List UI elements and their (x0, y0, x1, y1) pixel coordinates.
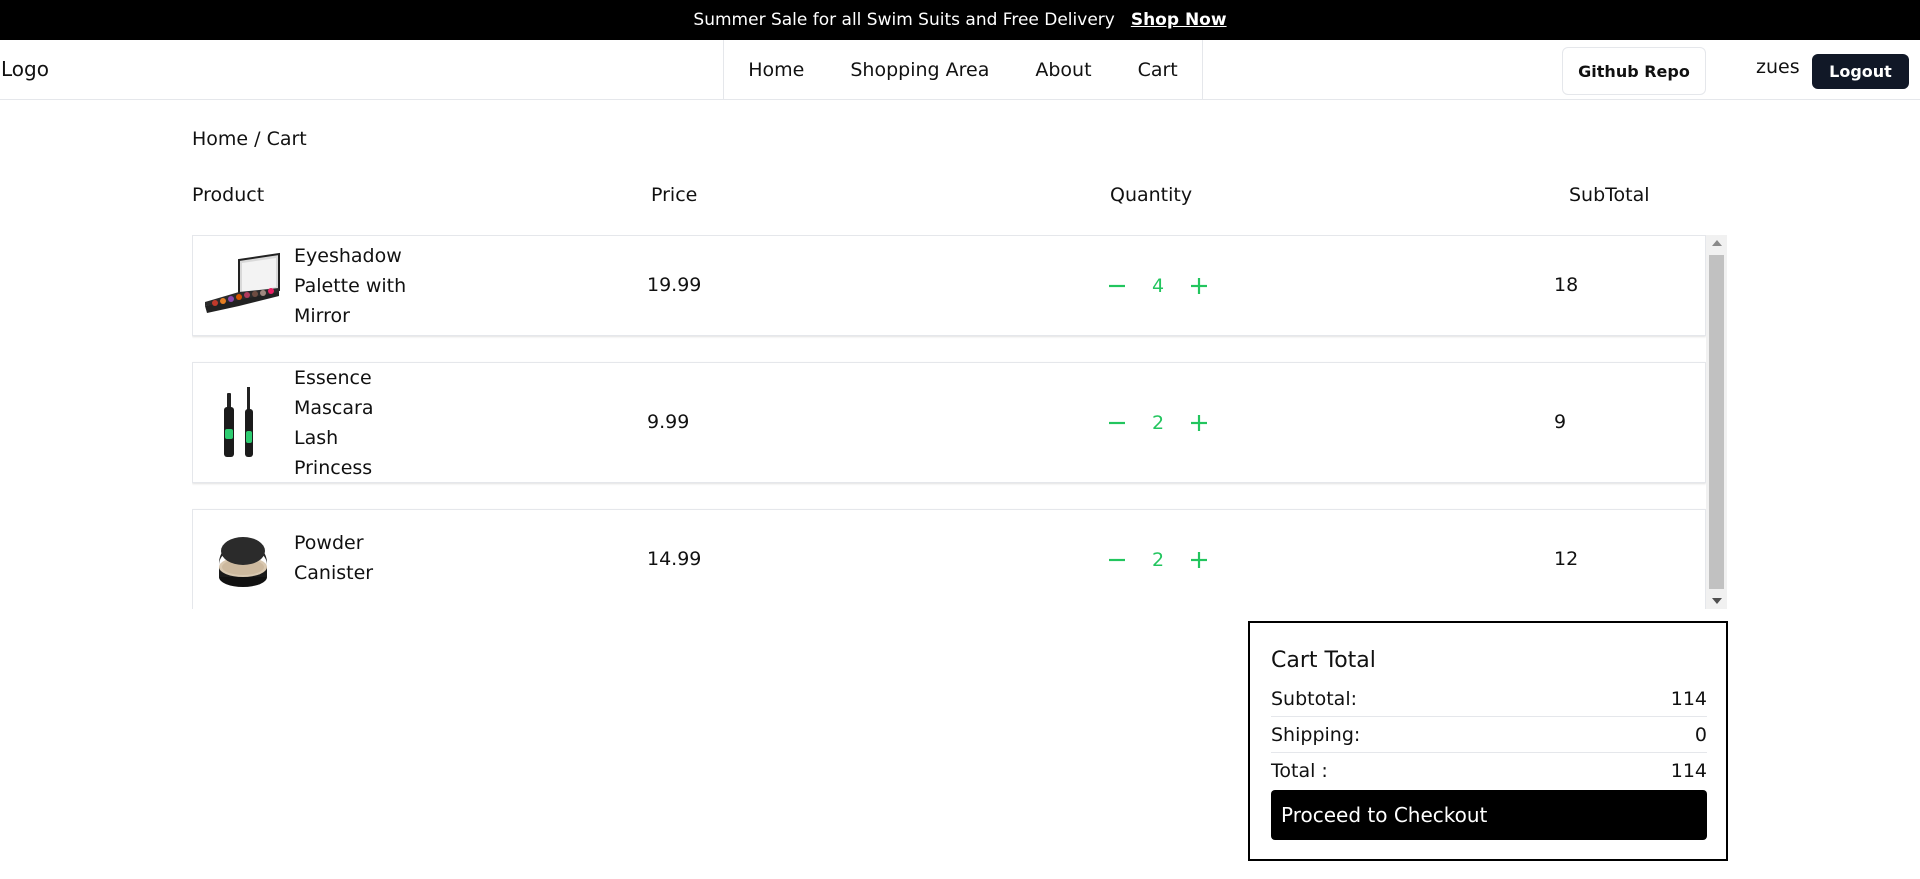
subtotal-line: Subtotal: 114 (1271, 681, 1707, 717)
plus-icon (1191, 552, 1207, 568)
minus-icon (1109, 421, 1125, 425)
product-subtotal: 12 (1554, 548, 1579, 570)
total-line: Total : 114 (1271, 753, 1707, 789)
cart-row: Eyeshadow Palette with Mirror 19.99 4 18 (192, 235, 1706, 336)
product-subtotal: 18 (1554, 274, 1579, 296)
quantity-value: 2 (1151, 412, 1165, 434)
quantity-stepper: 4 (1104, 273, 1212, 299)
nav-home[interactable]: Home (748, 59, 804, 81)
quantity-value: 2 (1151, 549, 1165, 571)
username: zues (1756, 56, 1800, 78)
plus-icon (1191, 278, 1207, 294)
product-name: Eyeshadow Palette with Mirror (294, 245, 407, 327)
increase-quantity-button[interactable] (1186, 273, 1212, 299)
total-value: 114 (1670, 760, 1707, 782)
breadcrumb: Home / Cart (192, 128, 307, 150)
navbar: Logo Home Shopping Area About Cart Githu… (0, 40, 1920, 100)
quantity-stepper: 2 (1104, 547, 1212, 573)
cart-items-list: Eyeshadow Palette with Mirror 19.99 4 18… (192, 235, 1728, 609)
plus-icon (1191, 415, 1207, 431)
total-label: Total : (1271, 760, 1328, 782)
header-product: Product (192, 184, 265, 206)
powder-canister-icon (219, 537, 267, 587)
nav-shopping-area[interactable]: Shopping Area (850, 59, 989, 81)
announcement-bar: Summer Sale for all Swim Suits and Free … (0, 0, 1920, 40)
shipping-value: 0 (1694, 723, 1707, 746)
eyeshadow-palette-icon (205, 252, 280, 313)
proceed-to-checkout-button[interactable]: Proceed to Checkout (1271, 790, 1707, 840)
header-price: Price (651, 184, 698, 206)
increase-quantity-button[interactable] (1186, 410, 1212, 436)
cart-row: Powder Canister 14.99 2 12 (192, 509, 1706, 609)
mascara-icon (224, 387, 253, 457)
cart-list-scrollbar[interactable] (1706, 235, 1727, 609)
minus-icon (1109, 558, 1125, 562)
product-price: 9.99 (647, 411, 690, 433)
decrease-quantity-button[interactable] (1104, 547, 1130, 573)
announcement-text: Summer Sale for all Swim Suits and Free … (693, 10, 1115, 30)
quantity-value: 4 (1151, 275, 1165, 297)
product-price: 14.99 (647, 548, 702, 570)
minus-icon (1109, 284, 1125, 288)
cart-row: Essence Mascara Lash Princess 9.99 2 9 (192, 362, 1706, 483)
subtotal-label: Subtotal: (1271, 687, 1358, 710)
shop-now-link[interactable]: Shop Now (1131, 10, 1227, 30)
product-name: Powder Canister (294, 532, 374, 584)
logo[interactable]: Logo (1, 57, 49, 81)
header-subtotal: SubTotal (1569, 184, 1650, 206)
github-repo-button[interactable]: Github Repo (1562, 47, 1706, 95)
header-quantity: Quantity (1110, 184, 1193, 206)
logout-button[interactable]: Logout (1812, 54, 1909, 89)
quantity-stepper: 2 (1104, 410, 1212, 436)
subtotal-value: 114 (1670, 687, 1707, 710)
shipping-line: Shipping: 0 (1271, 717, 1707, 753)
nav-about[interactable]: About (1035, 59, 1091, 81)
product-name: Essence Mascara Lash Princess (294, 367, 374, 479)
cart-total-panel: Cart Total Subtotal: 114 Shipping: 0 Tot… (1248, 621, 1728, 861)
cart-total-title: Cart Total (1271, 648, 1376, 673)
increase-quantity-button[interactable] (1186, 547, 1212, 573)
scroll-down-arrow-icon[interactable] (1706, 593, 1727, 609)
decrease-quantity-button[interactable] (1104, 273, 1130, 299)
decrease-quantity-button[interactable] (1104, 410, 1130, 436)
product-subtotal: 9 (1554, 411, 1567, 433)
nav-cart[interactable]: Cart (1138, 59, 1178, 81)
scrollbar-thumb[interactable] (1709, 255, 1724, 589)
product-price: 19.99 (647, 274, 702, 296)
shipping-label: Shipping: (1271, 723, 1361, 746)
nav-links: Home Shopping Area About Cart (723, 40, 1203, 100)
scroll-up-arrow-icon[interactable] (1706, 235, 1727, 251)
